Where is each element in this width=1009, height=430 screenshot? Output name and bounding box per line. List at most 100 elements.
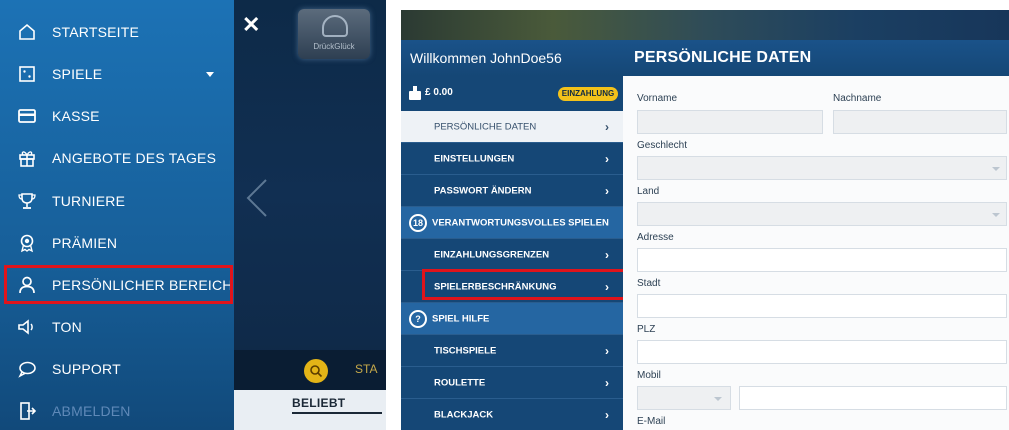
nav-item-passwort-aendern[interactable]: PASSWORT ÄNDERN ›	[401, 175, 623, 207]
last-name-field[interactable]	[833, 110, 1007, 134]
chevron-down-icon	[206, 72, 214, 77]
age-18-icon: 18	[409, 213, 427, 232]
logo-text: DrückGlück	[313, 42, 355, 51]
welcome-text: Willkommen JohnDoe56	[410, 50, 562, 66]
tab-underline	[292, 412, 382, 414]
address-label: Adresse	[637, 232, 674, 243]
personal-data-form: Vorname Nachname Geschlecht Land Adresse…	[623, 76, 1009, 430]
wallet-icon	[409, 86, 421, 100]
address-field[interactable]	[637, 248, 1007, 272]
game-area: ✕ DrückGlück STA BELIEBT	[234, 0, 386, 430]
nav-label: VERANTWORTUNGSVOLLES SPIELEN	[432, 217, 609, 228]
chevron-right-icon: ›	[605, 375, 609, 390]
highlight-box	[4, 265, 233, 304]
home-icon	[16, 21, 38, 43]
search-icon[interactable]	[304, 359, 328, 383]
chevron-right-icon: ›	[605, 343, 609, 358]
country-label: Land	[637, 186, 660, 197]
menu-item-kasse[interactable]: KASSE	[0, 95, 234, 137]
menu-item-spiele[interactable]: SPIELE	[0, 53, 234, 95]
menu-item-abmelden[interactable]: ABMELDEN	[0, 390, 234, 430]
chevron-right-icon: ›	[605, 183, 609, 198]
page-title: PERSÖNLICHE DATEN	[634, 49, 812, 66]
trophy-icon	[16, 190, 38, 212]
chevron-down-icon	[992, 167, 1000, 171]
side-menu: STARTSEITE SPIELE KASSE ANGEBOTE DES TAG…	[0, 0, 234, 430]
zip-field[interactable]	[637, 340, 1007, 364]
left-screenshot: STARTSEITE SPIELE KASSE ANGEBOTE DES TAG…	[0, 0, 386, 430]
nav-label: PASSWORT ÄNDERN	[434, 185, 532, 196]
nav-item-persoenliche-daten[interactable]: PERSÖNLICHE DATEN ›	[401, 111, 623, 143]
menu-item-praemien[interactable]: PRÄMIEN	[0, 222, 234, 264]
first-name-field[interactable]	[637, 110, 823, 134]
menu-label: STARTSEITE	[52, 24, 140, 40]
chevron-down-icon	[992, 213, 1000, 217]
nav-label: TISCHSPIELE	[434, 345, 497, 356]
menu-item-startseite[interactable]: STARTSEITE	[0, 11, 234, 53]
nav-label: BLACKJACK	[434, 409, 494, 420]
nav-label: EINSTELLUNGEN	[434, 153, 515, 164]
chevron-right-icon: ›	[605, 151, 609, 166]
chevron-right-icon: ›	[605, 119, 609, 134]
logo-dome-icon	[322, 15, 348, 37]
menu-item-support[interactable]: SUPPORT	[0, 348, 234, 390]
nav-section-verantwortungsvolles-spielen: 18 VERANTWORTUNGSVOLLES SPIELEN	[401, 207, 623, 239]
zip-label: PLZ	[637, 324, 656, 335]
menu-label: SPIELE	[52, 66, 103, 82]
nav-section-spiel-hilfe: ? SPIEL HILFE	[401, 303, 623, 335]
close-icon[interactable]: ✕	[242, 14, 260, 36]
last-name-label: Nachname	[833, 93, 882, 104]
brand-logo: DrückGlück	[298, 9, 370, 59]
menu-label: KASSE	[52, 108, 100, 124]
menu-label: ANGEBOTE DES TAGES	[52, 150, 217, 166]
menu-label: ABMELDEN	[52, 403, 131, 419]
chevron-left-icon[interactable]	[244, 178, 270, 218]
city-label: Stadt	[637, 278, 661, 289]
nav-item-tischspiele[interactable]: TISCHSPIELE ›	[401, 335, 623, 367]
country-code-select[interactable]	[637, 386, 731, 410]
country-select[interactable]	[637, 202, 1007, 226]
chevron-right-icon: ›	[605, 247, 609, 262]
menu-label: TURNIERE	[52, 193, 126, 209]
chat-icon	[16, 358, 38, 380]
logout-icon	[16, 400, 38, 422]
email-label: E-Mail	[637, 416, 666, 427]
menu-label: SUPPORT	[52, 361, 121, 377]
first-name-label: Vorname	[637, 93, 678, 104]
balance-row: £ 0.00 EINZAHLUNG	[401, 76, 623, 110]
chevron-down-icon	[714, 397, 722, 401]
mobile-field[interactable]	[739, 386, 1007, 410]
popular-label: BELIEBT	[292, 396, 346, 410]
dice-icon	[16, 63, 38, 85]
award-icon	[16, 232, 38, 254]
city-field[interactable]	[637, 294, 1007, 318]
banner-image	[401, 10, 1009, 40]
nav-label: PERSÖNLICHE DATEN	[434, 121, 537, 132]
help-icon: ?	[409, 309, 427, 328]
menu-item-angebote[interactable]: ANGEBOTE DES TAGES	[0, 137, 234, 179]
menu-item-ton[interactable]: TON	[0, 306, 234, 348]
tab-partial-label[interactable]: STA	[355, 362, 377, 376]
nav-label: SPIEL HILFE	[432, 313, 490, 324]
menu-item-turniere[interactable]: TURNIERE	[0, 180, 234, 222]
deposit-button[interactable]: EINZAHLUNG	[558, 87, 618, 101]
balance-amount: £ 0.00	[425, 87, 453, 98]
nav-item-blackjack[interactable]: BLACKJACK ›	[401, 399, 623, 430]
menu-label: PRÄMIEN	[52, 235, 118, 251]
menu-label: TON	[52, 319, 82, 335]
speaker-icon	[16, 316, 38, 338]
credit-card-icon	[16, 105, 38, 127]
gender-label: Geschlecht	[637, 140, 688, 151]
nav-label: EINZAHLUNGSGRENZEN	[434, 249, 550, 260]
right-screenshot: Willkommen JohnDoe56 PERSÖNLICHE DATEN £…	[401, 10, 1009, 430]
chevron-right-icon: ›	[605, 407, 609, 422]
nav-item-roulette[interactable]: ROULETTE ›	[401, 367, 623, 399]
gender-select[interactable]	[637, 156, 1007, 180]
nav-item-einstellungen[interactable]: EINSTELLUNGEN ›	[401, 143, 623, 175]
gift-icon	[16, 147, 38, 169]
nav-label: ROULETTE	[434, 377, 486, 388]
popular-tab[interactable]: BELIEBT	[234, 390, 386, 430]
highlight-box	[422, 269, 626, 300]
nav-item-einzahlungsgrenzen[interactable]: EINZAHLUNGSGRENZEN ›	[401, 239, 623, 271]
mobile-label: Mobil	[637, 370, 661, 381]
